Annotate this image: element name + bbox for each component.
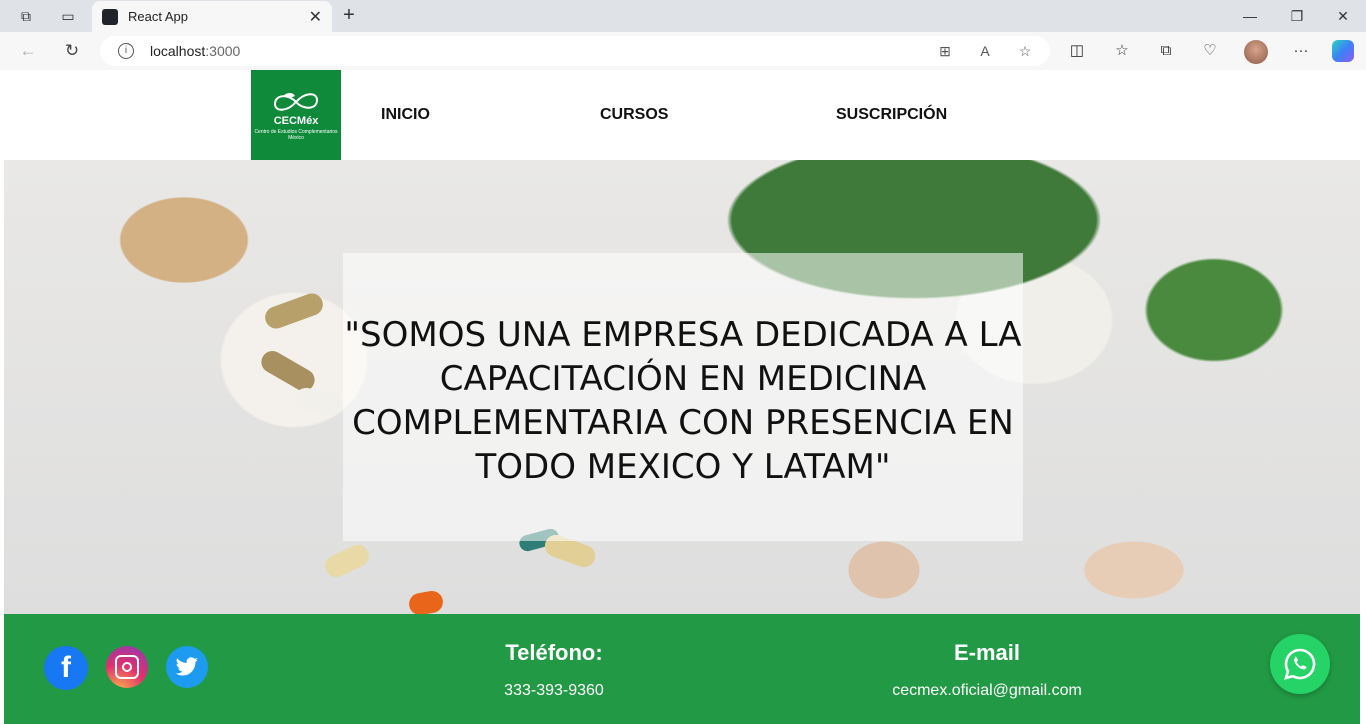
- workspaces-icon[interactable]: ⧉: [16, 6, 36, 26]
- site-navbar: CECMéx Centro de Estudios Complementario…: [4, 70, 1360, 160]
- capsule-decor: [321, 541, 373, 581]
- email-title: E-mail: [953, 640, 1021, 665]
- react-favicon-icon: [102, 9, 118, 25]
- capsule-decor: [292, 386, 344, 418]
- browser-essentials-icon[interactable]: ♡: [1200, 41, 1220, 61]
- facebook-icon[interactable]: f: [44, 646, 88, 690]
- web-page: CECMéx Centro de Estudios Complementario…: [4, 70, 1360, 724]
- close-tab-icon[interactable]: ✕: [309, 7, 322, 27]
- site-footer: f Teléfono: 333-393-9360 E-mail cecmex.o…: [4, 614, 1360, 724]
- site-logo[interactable]: CECMéx Centro de Estudios Complementario…: [251, 70, 341, 160]
- site-info-icon[interactable]: i: [118, 43, 134, 59]
- capsule-decor: [407, 589, 445, 617]
- url-text: localhost:3000: [150, 43, 241, 59]
- capsule-decor: [262, 290, 326, 332]
- restore-icon[interactable]: ❐: [1287, 6, 1307, 26]
- address-bar-row: ← ↻ i localhost:3000 ⊞ A ☆ ◫ ☆ ⧉ ♡ ···: [0, 32, 1366, 70]
- twitter-icon[interactable]: [166, 646, 208, 688]
- minimize-icon[interactable]: —: [1240, 6, 1260, 26]
- whatsapp-icon[interactable]: [1270, 634, 1330, 694]
- logo-brand-text: CECMéx: [273, 115, 319, 127]
- collections-icon[interactable]: ⧉: [1156, 41, 1176, 61]
- app-available-icon[interactable]: ⊞: [936, 42, 954, 60]
- new-tab-button[interactable]: +: [338, 4, 360, 26]
- browser-tab-bar: ⧉ ▭ React App ✕ + — ❐ ✕: [0, 0, 1366, 32]
- refresh-icon[interactable]: ↻: [62, 41, 82, 61]
- phone-title: Teléfono:: [505, 640, 603, 665]
- favorites-icon[interactable]: ☆: [1112, 41, 1132, 61]
- back-icon[interactable]: ←: [18, 41, 38, 61]
- nav-link-inicio[interactable]: INICIO: [381, 106, 430, 124]
- profile-avatar[interactable]: [1244, 40, 1268, 64]
- leaf-logo-icon: [273, 93, 319, 111]
- phone-number[interactable]: 333-393-9360: [454, 682, 654, 700]
- nav-link-cursos[interactable]: CURSOS: [600, 106, 668, 124]
- more-options-icon[interactable]: ···: [1291, 41, 1311, 61]
- address-bar[interactable]: i localhost:3000 ⊞ A ☆: [100, 36, 1050, 66]
- tab-actions-icon[interactable]: ▭: [58, 6, 78, 26]
- logo-subtitle: Centro de Estudios Complementarios Méxic…: [254, 129, 338, 141]
- copilot-icon[interactable]: [1332, 40, 1354, 62]
- read-aloud-icon[interactable]: A: [976, 42, 994, 60]
- mission-quote-box: "SOMOS UNA EMPRESA DEDICADA A LA CAPACIT…: [343, 253, 1023, 541]
- close-window-icon[interactable]: ✕: [1333, 6, 1353, 26]
- nav-link-suscripcion[interactable]: SUSCRIPCIÓN: [836, 106, 947, 124]
- tab-title: React App: [128, 9, 188, 24]
- instagram-icon[interactable]: [106, 646, 148, 688]
- browser-tab[interactable]: React App ✕: [92, 1, 332, 32]
- email-address[interactable]: cecmex.oficial@gmail.com: [837, 682, 1137, 700]
- split-screen-icon[interactable]: ◫: [1067, 41, 1087, 61]
- hero-banner: "SOMOS UNA EMPRESA DEDICADA A LA CAPACIT…: [4, 160, 1360, 617]
- mission-quote: "SOMOS UNA EMPRESA DEDICADA A LA CAPACIT…: [344, 315, 1022, 487]
- favorite-star-icon[interactable]: ☆: [1016, 42, 1034, 60]
